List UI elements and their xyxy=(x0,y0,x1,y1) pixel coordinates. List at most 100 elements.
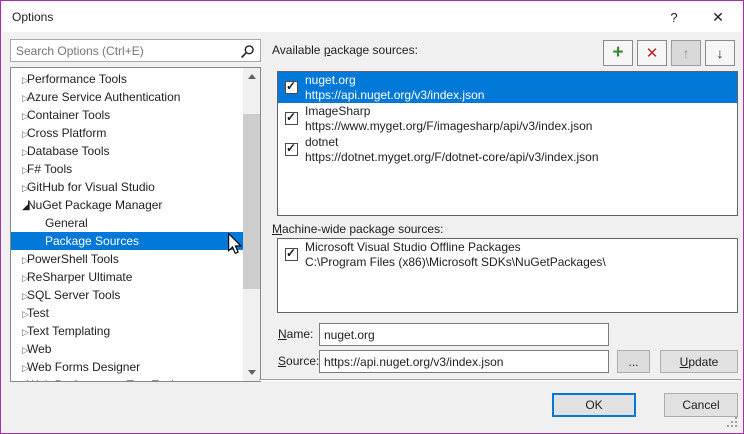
source-name: dotnet xyxy=(305,135,599,150)
add-source-button[interactable]: + xyxy=(603,40,633,66)
tree-item-container-tools[interactable]: ▷Container Tools xyxy=(11,106,243,124)
title-bar: Options ? ✕ xyxy=(2,2,742,32)
tree-item-label: Web Forms Designer xyxy=(27,360,140,374)
tree-item-label: Test xyxy=(27,306,49,320)
collapsed-icon[interactable]: ▷ xyxy=(11,143,27,160)
move-up-button[interactable]: ↑ xyxy=(671,40,701,66)
resize-grip[interactable] xyxy=(727,417,729,419)
window-title: Options xyxy=(12,10,53,24)
source-url: C:\Program Files (x86)\Microsoft SDKs\Nu… xyxy=(305,255,606,270)
collapsed-icon[interactable]: ▷ xyxy=(11,305,27,322)
tree-item-nuget-package-manager[interactable]: ◢NuGet Package Manager xyxy=(11,196,243,214)
tree-item-label: SQL Server Tools xyxy=(27,288,120,302)
tree-item-label: Container Tools xyxy=(27,108,110,122)
package-source-row-imagesharp[interactable]: ✓ImageSharphttps://www.myget.org/F/image… xyxy=(278,103,737,134)
tree-item-cross-platform[interactable]: ▷Cross Platform xyxy=(11,124,243,142)
tree-item-label: Database Tools xyxy=(27,144,110,158)
update-button[interactable]: Update xyxy=(660,350,738,373)
scroll-up-icon xyxy=(248,74,256,79)
search-input[interactable] xyxy=(16,40,234,61)
options-dialog: Options ? ✕ ▷Performance Tools▷Azure Ser… xyxy=(0,0,744,434)
source-url: https://dotnet.myget.org/F/dotnet-core/a… xyxy=(305,150,599,165)
tree-item-test[interactable]: ▷Test xyxy=(11,304,243,322)
source-name: nuget.org xyxy=(305,73,484,88)
arrow-down-icon: ↓ xyxy=(717,45,724,61)
source-name: Microsoft Visual Studio Offline Packages xyxy=(305,240,606,255)
tree-scrollbar[interactable] xyxy=(243,68,260,381)
collapsed-icon[interactable]: ▷ xyxy=(11,179,27,196)
tree-item-label: Performance Tools xyxy=(27,72,127,86)
checkmark-icon: ✓ xyxy=(286,246,296,260)
tree-rows: ▷Performance Tools▷Azure Service Authent… xyxy=(11,70,243,382)
collapsed-icon[interactable]: ▷ xyxy=(11,287,27,304)
tree-item-resharper-ultimate[interactable]: ▷ReSharper Ultimate xyxy=(11,268,243,286)
tree-item-label: General xyxy=(45,216,88,230)
tree-item-web-forms-designer[interactable]: ▷Web Forms Designer xyxy=(11,358,243,376)
checkmark-icon: ✓ xyxy=(286,79,296,93)
scroll-up-button[interactable] xyxy=(243,68,260,85)
scroll-down-button[interactable] xyxy=(243,364,260,381)
tree-item-label: F# Tools xyxy=(27,162,72,176)
tree-item-azure-service-authentication[interactable]: ▷Azure Service Authentication xyxy=(11,88,243,106)
name-label: Name: xyxy=(278,327,313,341)
collapsed-icon[interactable]: ▷ xyxy=(11,161,27,178)
collapsed-icon[interactable]: ▷ xyxy=(11,89,27,106)
tree-item-f-tools[interactable]: ▷F# Tools xyxy=(11,160,243,178)
close-button[interactable]: ✕ xyxy=(696,2,740,32)
tree-item-database-tools[interactable]: ▷Database Tools xyxy=(11,142,243,160)
source-enabled-checkbox[interactable]: ✓ xyxy=(285,248,298,261)
plus-icon: + xyxy=(612,42,623,64)
tree-item-web-performance-test-tools[interactable]: ▷Web Performance Test Tools xyxy=(11,376,243,382)
source-enabled-checkbox[interactable]: ✓ xyxy=(285,81,298,94)
cancel-button[interactable]: Cancel xyxy=(664,393,738,417)
checkmark-icon: ✓ xyxy=(286,110,296,124)
available-sources-list: ✓ nuget.orghttps://api.nuget.org/v3/index… xyxy=(277,71,738,216)
tree-item-label: Web xyxy=(27,342,51,356)
checkmark-icon: ✓ xyxy=(286,141,296,155)
package-source-row-nuget-org[interactable]: ✓ nuget.orghttps://api.nuget.org/v3/index… xyxy=(278,72,737,103)
help-button[interactable]: ? xyxy=(652,2,696,32)
source-label: Source: xyxy=(278,354,319,368)
delete-x-icon: ✕ xyxy=(646,44,659,62)
collapsed-icon[interactable]: ▷ xyxy=(11,269,27,286)
tree-item-package-sources[interactable]: Package Sources xyxy=(11,232,243,250)
collapsed-icon[interactable]: ▷ xyxy=(11,125,27,142)
package-source-row-microsoft-visual-studio-offline-packages[interactable]: ✓ Microsoft Visual Studio Offline Package… xyxy=(278,239,737,270)
help-icon: ? xyxy=(670,10,677,25)
tree-item-web[interactable]: ▷Web xyxy=(11,340,243,358)
source-field[interactable] xyxy=(319,350,609,373)
machine-sources-label: Machine-wide package sources: xyxy=(272,222,443,236)
package-source-row-dotnet[interactable]: ✓ dotnethttps://dotnet.myget.org/F/dotnet… xyxy=(278,134,737,165)
tree-item-label: NuGet Package Manager xyxy=(27,198,162,212)
source-url: https://api.nuget.org/v3/index.json xyxy=(305,88,484,103)
tree-item-text-templating[interactable]: ▷Text Templating xyxy=(11,322,243,340)
name-field[interactable] xyxy=(319,323,609,346)
close-icon: ✕ xyxy=(712,9,724,26)
tree-item-general[interactable]: General xyxy=(11,214,243,232)
tree-item-label: Cross Platform xyxy=(27,126,106,140)
source-enabled-checkbox[interactable]: ✓ xyxy=(285,143,298,156)
tree-item-label: Azure Service Authentication xyxy=(27,90,180,104)
collapsed-icon[interactable]: ▷ xyxy=(11,359,27,376)
source-enabled-checkbox[interactable]: ✓ xyxy=(285,112,298,125)
expanded-icon[interactable]: ◢ xyxy=(11,198,27,214)
search-icon xyxy=(240,44,255,59)
tree-item-powershell-tools[interactable]: ▷PowerShell Tools xyxy=(11,250,243,268)
search-box xyxy=(10,39,261,62)
tree-item-label: PowerShell Tools xyxy=(27,252,119,266)
collapsed-icon[interactable]: ▷ xyxy=(11,107,27,124)
collapsed-icon[interactable]: ▷ xyxy=(11,377,27,382)
available-sources-label: Available package sources: xyxy=(272,43,418,57)
tree-item-github-for-visual-studio[interactable]: ▷GitHub for Visual Studio xyxy=(11,178,243,196)
collapsed-icon[interactable]: ▷ xyxy=(11,251,27,268)
tree-item-sql-server-tools[interactable]: ▷SQL Server Tools xyxy=(11,286,243,304)
tree-item-performance-tools[interactable]: ▷Performance Tools xyxy=(11,70,243,88)
ok-button[interactable]: OK xyxy=(552,393,636,417)
move-down-button[interactable]: ↓ xyxy=(705,40,735,66)
remove-source-button[interactable]: ✕ xyxy=(637,40,667,66)
collapsed-icon[interactable]: ▷ xyxy=(11,323,27,340)
collapsed-icon[interactable]: ▷ xyxy=(11,71,27,88)
collapsed-icon[interactable]: ▷ xyxy=(11,341,27,358)
browse-button[interactable]: ... xyxy=(617,350,650,373)
scrollbar-thumb[interactable] xyxy=(243,114,260,289)
